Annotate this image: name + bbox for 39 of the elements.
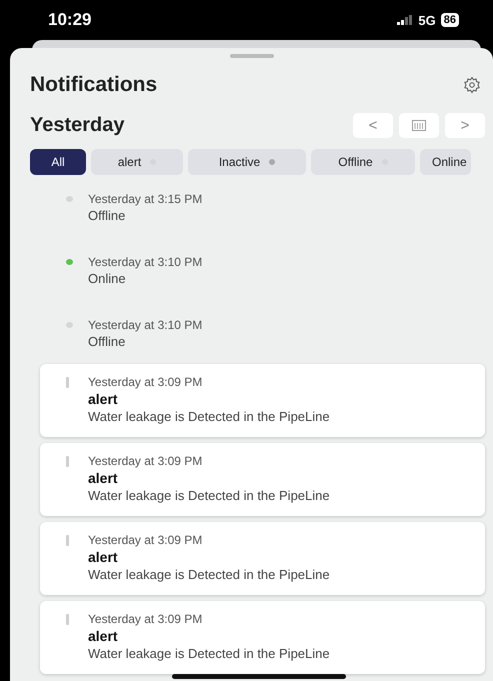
calendar-icon (412, 120, 426, 130)
notification-title: alert (88, 548, 119, 566)
next-day-button[interactable]: > (445, 112, 485, 138)
event-time: Yesterday at 3:09 PM (88, 612, 204, 627)
network-label: 5G (418, 12, 436, 28)
notification-title: alert (88, 469, 119, 487)
clock: 10:29 (48, 10, 92, 30)
event-time: Yesterday at 3:09 PM (88, 454, 204, 469)
signal-icon (397, 15, 414, 25)
day-heading: Yesterday (30, 114, 125, 136)
event-time: Yesterday at 3:10 PM (88, 318, 202, 333)
drag-handle[interactable] (230, 54, 274, 58)
notification-title: alert (88, 390, 119, 408)
notification-card[interactable]: Yesterday at 3:09 PM alert Water leakage is Detected in the PipeLine (40, 522, 485, 595)
notification-card[interactable]: Yesterday at 3:09 PM alert Water leakage is Detected in the PipeLine (40, 601, 485, 674)
notification-message: Water leakage is Detected in the PipeLine (88, 566, 330, 583)
notification-message: Water leakage is Detected in the PipeLine (88, 408, 330, 425)
event-status: Online (88, 270, 127, 287)
event-time: Yesterday at 3:10 PM (88, 255, 202, 270)
filter-chip[interactable]: Offline (311, 149, 415, 175)
filter-chip[interactable]: Inactive (188, 149, 306, 175)
event-status: Offline (88, 207, 126, 224)
previous-day-button[interactable]: < (353, 112, 393, 138)
page-title: Notifications (30, 73, 158, 97)
notification-message: Water leakage is Detected in the PipeLine (88, 645, 330, 662)
filter-chip[interactable]: Online (420, 149, 471, 175)
notification-card[interactable]: Yesterday at 3:09 PM alert Water leakage is Detected in the PipeLine (40, 364, 485, 437)
filter-chip[interactable]: All (30, 149, 86, 175)
settings-icon[interactable] (463, 76, 481, 94)
event-time: Yesterday at 3:09 PM (88, 375, 204, 390)
event-status: Offline (88, 333, 126, 350)
notification-message: Water leakage is Detected in the PipeLine (88, 487, 330, 504)
notification-card[interactable]: Yesterday at 3:09 PM alert Water leakage is Detected in the PipeLine (40, 443, 485, 516)
event-time: Yesterday at 3:09 PM (88, 533, 204, 548)
notification-title: alert (88, 627, 119, 645)
battery-level: 86 (440, 13, 459, 27)
filter-chip[interactable]: alert (91, 149, 183, 175)
event-time: Yesterday at 3:15 PM (88, 192, 202, 207)
calendar-button[interactable] (399, 112, 439, 138)
